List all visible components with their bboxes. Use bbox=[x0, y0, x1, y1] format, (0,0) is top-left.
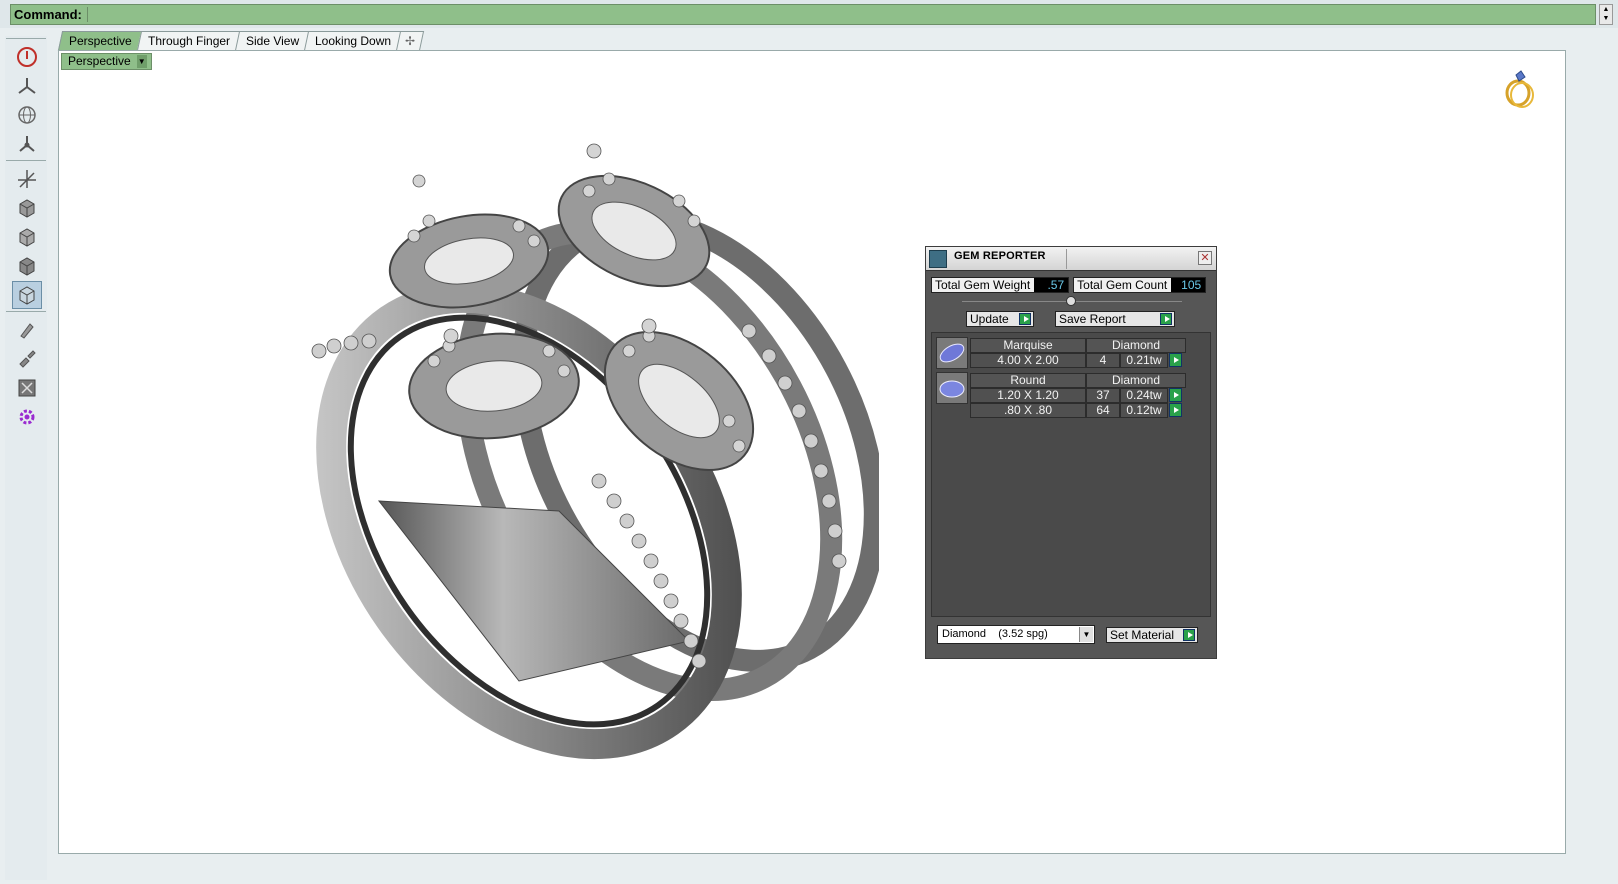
command-field: Command: bbox=[10, 4, 1596, 25]
box-front-icon bbox=[19, 199, 35, 218]
select-gems-button[interactable] bbox=[1169, 388, 1182, 402]
gem-material-cell: Diamond bbox=[1086, 373, 1186, 388]
command-label: Command: bbox=[14, 7, 82, 22]
box-front-button[interactable] bbox=[12, 194, 42, 222]
globe-icon bbox=[18, 106, 36, 124]
update-label: Update bbox=[970, 312, 1009, 326]
viewport[interactable]: Perspective ▼ bbox=[58, 50, 1566, 854]
view-mode-selector[interactable]: Perspective ▼ bbox=[61, 53, 152, 70]
fit-view-button[interactable] bbox=[12, 374, 42, 402]
power-button[interactable] bbox=[12, 43, 42, 71]
gem-size-cell: .80 X .80 bbox=[970, 403, 1086, 418]
material-select[interactable]: Diamond (3.52 spg) ▼ bbox=[937, 625, 1095, 644]
gem-weight-cell: 0.24tw bbox=[1120, 388, 1168, 403]
round-gem-icon bbox=[939, 380, 965, 398]
command-input[interactable] bbox=[87, 7, 1587, 22]
command-bar: Command: ▲ ▼ bbox=[0, 0, 1618, 28]
gem-reporter-titlebar[interactable]: GEM REPORTER ✕ bbox=[926, 247, 1216, 271]
tab-perspective[interactable]: Perspective bbox=[57, 31, 143, 51]
round-gem-thumbnail[interactable] bbox=[936, 372, 968, 404]
toolbar-separator bbox=[6, 311, 46, 312]
box-top-button[interactable] bbox=[12, 252, 42, 280]
play-icon bbox=[1160, 313, 1172, 325]
toolbar-separator bbox=[6, 160, 46, 161]
gem-reporter-panel: GEM REPORTER ✕ Total Gem Weight .57 Tota… bbox=[925, 246, 1217, 659]
tripod-button[interactable] bbox=[12, 130, 42, 158]
gem-list: Marquise Diamond 4.00 X 2.00 4 0.21tw Ro… bbox=[931, 332, 1211, 617]
chevron-down-icon: ▼ bbox=[136, 55, 147, 68]
toolbar-separator bbox=[6, 38, 46, 39]
globe-button[interactable] bbox=[12, 101, 42, 129]
paint-icon bbox=[20, 323, 34, 339]
add-tab-button[interactable]: ✢ bbox=[395, 31, 425, 51]
plus-icon: ✢ bbox=[404, 34, 415, 48]
marquise-gem-icon bbox=[939, 343, 965, 363]
move-axes-icon bbox=[18, 170, 36, 188]
material-select-value: Diamond (3.52 spg) bbox=[942, 628, 1048, 640]
chevron-down-icon: ▼ bbox=[1079, 627, 1093, 642]
move-axes-button[interactable] bbox=[12, 165, 42, 193]
fit-view-icon bbox=[18, 379, 36, 397]
view-mode-label: Perspective bbox=[68, 54, 131, 68]
total-gem-count-label: Total Gem Count bbox=[1077, 278, 1168, 292]
left-toolbar bbox=[5, 36, 47, 880]
tab-side-view[interactable]: Side View bbox=[234, 31, 311, 51]
gem-shape-cell: Round bbox=[970, 373, 1086, 388]
gem-weight-cell: 0.12tw bbox=[1120, 403, 1168, 418]
select-gems-button[interactable] bbox=[1169, 353, 1182, 367]
total-gem-weight-value: .57 bbox=[1034, 278, 1069, 292]
axes-icon bbox=[18, 78, 36, 94]
gem-size-cell: 1.20 X 1.20 bbox=[970, 388, 1086, 403]
axes-button[interactable] bbox=[12, 72, 42, 100]
totals-row: Total Gem Weight .57 Total Gem Count 105 bbox=[931, 277, 1207, 293]
ring-model-render[interactable] bbox=[229, 121, 879, 761]
marquise-gem-thumbnail[interactable] bbox=[936, 337, 968, 369]
collapse-knob[interactable] bbox=[1066, 296, 1076, 306]
set-material-button[interactable]: Set Material bbox=[1106, 627, 1198, 643]
gem-count-cell: 37 bbox=[1086, 388, 1120, 403]
gear-button[interactable] bbox=[12, 403, 42, 431]
total-gem-count-value: 105 bbox=[1171, 278, 1206, 292]
gem-count-cell: 64 bbox=[1086, 403, 1120, 418]
gem-shape-cell: Marquise bbox=[970, 338, 1086, 353]
gem-count-cell: 4 bbox=[1086, 353, 1120, 368]
titlebar-divider bbox=[1066, 249, 1067, 269]
close-button[interactable]: ✕ bbox=[1198, 251, 1212, 265]
play-icon bbox=[1019, 313, 1031, 325]
ring-logo-icon bbox=[1505, 70, 1534, 108]
gem-material-cell: Diamond bbox=[1086, 338, 1186, 353]
command-spinner[interactable]: ▲ ▼ bbox=[1599, 4, 1613, 25]
gem-reporter-title: GEM REPORTER bbox=[954, 250, 1046, 262]
box-perspective-icon bbox=[19, 286, 35, 305]
set-material-label: Set Material bbox=[1110, 628, 1175, 642]
gear-icon bbox=[19, 409, 35, 425]
gem-reporter-icon bbox=[929, 250, 947, 268]
save-report-button[interactable]: Save Report bbox=[1055, 311, 1175, 327]
gem-weight-cell: 0.21tw bbox=[1120, 353, 1168, 368]
power-icon bbox=[17, 47, 37, 67]
save-report-label: Save Report bbox=[1059, 312, 1126, 326]
tab-through-finger[interactable]: Through Finger bbox=[136, 31, 241, 51]
box-side-button[interactable] bbox=[12, 223, 42, 251]
total-gem-weight-label: Total Gem Weight bbox=[935, 278, 1031, 292]
box-side-icon bbox=[19, 228, 35, 247]
brush-icon bbox=[19, 350, 36, 368]
play-icon bbox=[1183, 629, 1195, 641]
total-gem-weight-box: Total Gem Weight .57 bbox=[931, 277, 1070, 293]
brush-button[interactable] bbox=[12, 345, 42, 373]
close-icon: ✕ bbox=[1200, 252, 1210, 264]
select-gems-button[interactable] bbox=[1169, 403, 1182, 417]
paint-button[interactable] bbox=[12, 316, 42, 344]
box-top-icon bbox=[19, 257, 35, 276]
tripod-icon bbox=[19, 136, 35, 152]
gem-size-cell: 4.00 X 2.00 bbox=[970, 353, 1086, 368]
box-perspective-button[interactable] bbox=[12, 281, 42, 309]
update-button[interactable]: Update bbox=[966, 311, 1034, 327]
total-gem-count-box: Total Gem Count 105 bbox=[1073, 277, 1207, 293]
tab-looking-down[interactable]: Looking Down bbox=[303, 31, 403, 51]
viewport-tabs: Perspective Through Finger Side View Loo… bbox=[57, 31, 425, 51]
